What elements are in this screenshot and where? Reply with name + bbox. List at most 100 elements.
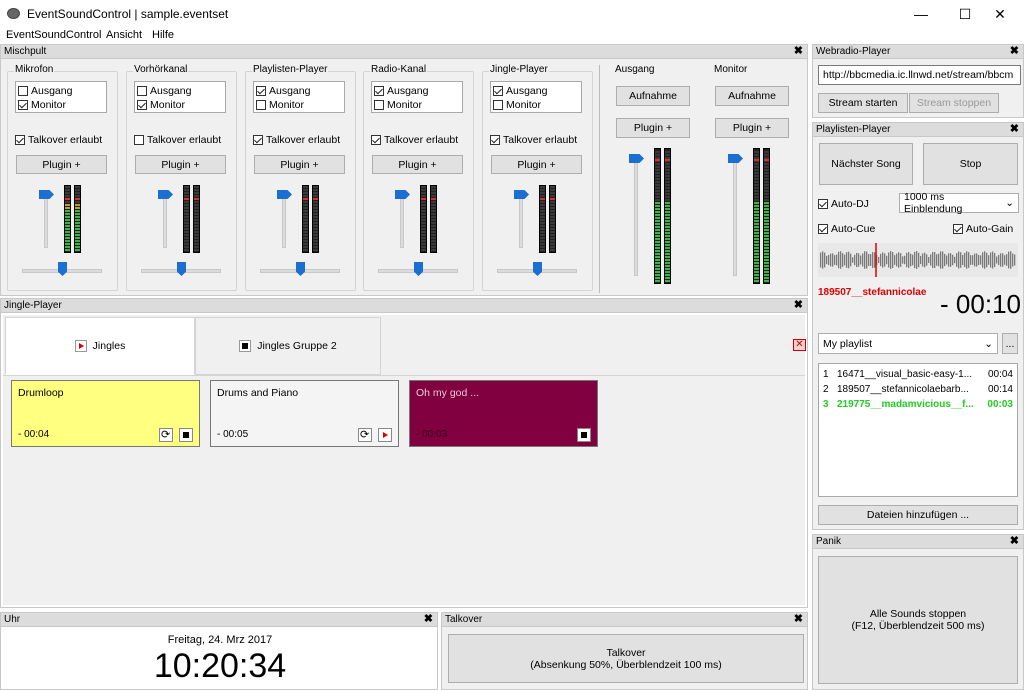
pan-slider-thumb[interactable] <box>533 262 542 276</box>
level-meter-left <box>64 185 71 253</box>
volume-slider-thumb[interactable] <box>158 190 173 199</box>
volume-slider-thumb[interactable] <box>629 154 644 163</box>
auto-gain-checkbox[interactable]: Auto-Gain <box>953 222 1013 235</box>
channel-3: Radio-Kanal Ausgang Monitor Talkover erl… <box>363 64 474 291</box>
talkover-button[interactable]: Talkover (Absenkung 50%, Überblendzeit 1… <box>448 634 804 683</box>
close-icon[interactable]: ✖ <box>794 613 803 626</box>
volume-slider-thumb[interactable] <box>39 190 54 199</box>
track-duration: 00:03 <box>987 399 1013 410</box>
list-item[interactable]: 2 189507__stefannicolaebarb... 00:14 <box>823 382 1013 397</box>
volume-slider-thumb[interactable] <box>728 154 743 163</box>
volume-slider-thumb[interactable] <box>514 190 529 199</box>
volume-slider-thumb[interactable] <box>277 190 292 199</box>
stop-icon[interactable] <box>179 428 193 442</box>
list-item[interactable]: 1 16471__visual_basic-easy-1... 00:04 <box>823 367 1013 382</box>
jingle-card[interactable]: Drums and Piano - 00:05 ⟳ <box>210 380 399 447</box>
level-meter-left <box>654 148 661 284</box>
plugin-button[interactable]: Plugin + <box>491 155 582 174</box>
plugin-button[interactable]: Plugin + <box>372 155 463 174</box>
pan-slider-thumb[interactable] <box>296 262 305 276</box>
next-song-button[interactable]: Nächster Song <box>819 143 913 185</box>
monitor-checkbox[interactable]: Monitor <box>137 98 185 111</box>
stream-start-button[interactable]: Stream starten <box>818 93 908 113</box>
volume-slider-track[interactable] <box>733 156 737 276</box>
remove-tab-icon[interactable]: ✕ <box>793 339 806 351</box>
jingle-title: Drums and Piano <box>217 387 299 399</box>
pan-slider-thumb[interactable] <box>58 262 67 276</box>
talkover-checkbox[interactable]: Talkover erlaubt <box>253 133 340 146</box>
checkbox-icon <box>137 99 147 110</box>
level-meter-right <box>312 185 319 253</box>
stream-url-input[interactable]: http://bbcmedia.ic.llnwd.net/stream/bbcm <box>818 65 1021 85</box>
output-checkbox[interactable]: Ausgang <box>137 84 191 97</box>
webradio-header: Webradio-Player ✖ <box>813 45 1023 59</box>
close-button[interactable]: ✕ <box>983 0 1017 28</box>
minimize-button[interactable]: — <box>904 0 938 28</box>
record-button[interactable]: Aufnahme <box>616 86 690 106</box>
talkover-checkbox[interactable]: Talkover erlaubt <box>15 133 102 146</box>
plugin-button[interactable]: Plugin + <box>16 155 107 174</box>
add-files-button[interactable]: Dateien hinzufügen ... <box>818 505 1018 525</box>
loop-icon[interactable]: ⟳ <box>358 428 372 442</box>
stream-stop-button[interactable]: Stream stoppen <box>909 93 999 113</box>
playlist-select[interactable]: My playlist ⌄ <box>818 333 998 354</box>
tab-jingles[interactable]: Jingles <box>5 317 195 375</box>
output-checkbox[interactable]: Ausgang <box>374 84 428 97</box>
close-icon[interactable]: ✖ <box>1010 45 1019 58</box>
playlist-player-panel: Playlisten-Player ✖ Nächster Song Stop A… <box>812 122 1024 530</box>
waveform[interactable] <box>818 243 1018 277</box>
auto-dj-checkbox[interactable]: Auto-DJ <box>818 197 869 210</box>
jingle-card[interactable]: Drumloop - 00:04 ⟳ <box>11 380 200 447</box>
volume-slider-track[interactable] <box>634 156 638 276</box>
loop-icon[interactable]: ⟳ <box>159 428 173 442</box>
tab-jingles-gruppe-2[interactable]: Jingles Gruppe 2 <box>195 317 381 375</box>
checkbox-icon <box>256 99 266 110</box>
monitor-checkbox[interactable]: Monitor <box>374 98 422 111</box>
talkover-label: Talkover <box>606 646 646 659</box>
fade-value: 1000 ms Einblendung <box>904 191 963 215</box>
mixer-header: Mischpult ✖ <box>1 45 807 59</box>
list-item[interactable]: 3 219775__madamvicious__f... 00:03 <box>823 397 1013 412</box>
stop-button[interactable]: Stop <box>923 143 1018 185</box>
record-button[interactable]: Aufnahme <box>715 86 789 106</box>
volume-slider-thumb[interactable] <box>395 190 410 199</box>
plugin-button[interactable]: Plugin + <box>715 118 789 138</box>
jingle-time: - 00:03 <box>416 429 448 440</box>
output-checkbox[interactable]: Ausgang <box>493 84 547 97</box>
monitor-checkbox[interactable]: Monitor <box>18 98 66 111</box>
playlist-more-button[interactable]: ... <box>1002 333 1018 354</box>
stop-icon[interactable] <box>577 428 591 442</box>
monitor-checkbox[interactable]: Monitor <box>256 98 304 111</box>
maximize-button[interactable]: ☐ <box>948 0 982 28</box>
fade-select[interactable]: 1000 ms Einblendung ⌄ <box>899 191 1019 215</box>
clock-panel: Uhr ✖ Freitag, 24. Mrz 2017 10:20:34 <box>0 612 438 690</box>
talkover-checkbox[interactable]: Talkover erlaubt <box>490 133 577 146</box>
close-icon[interactable]: ✖ <box>794 45 803 58</box>
plugin-button[interactable]: Plugin + <box>616 118 690 138</box>
output-checkbox[interactable]: Ausgang <box>256 84 310 97</box>
talkover-checkbox[interactable]: Talkover erlaubt <box>371 133 458 146</box>
close-icon[interactable]: ✖ <box>1010 535 1019 548</box>
auto-cue-checkbox[interactable]: Auto-Cue <box>818 222 875 235</box>
checkbox-label: Monitor <box>31 98 67 111</box>
menu-ansicht[interactable]: Ansicht <box>106 29 142 41</box>
plugin-button[interactable]: Plugin + <box>135 155 226 174</box>
stop-all-sounds-button[interactable]: Alle Sounds stoppen (F12, Überblendzeit … <box>818 556 1018 684</box>
jingle-card[interactable]: Oh my god ... - 00:03 <box>409 380 598 447</box>
talkover-checkbox[interactable]: Talkover erlaubt <box>134 133 221 146</box>
pan-slider-thumb[interactable] <box>177 262 186 276</box>
menu-hilfe[interactable]: Hilfe <box>152 29 174 41</box>
checkbox-icon <box>18 99 28 110</box>
pan-slider-thumb[interactable] <box>414 262 423 276</box>
plugin-button[interactable]: Plugin + <box>254 155 345 174</box>
menu-eventsoundcontrol[interactable]: EventSoundControl <box>6 29 101 41</box>
output-checkbox[interactable]: Ausgang <box>18 84 72 97</box>
playlist-list[interactable]: 1 16471__visual_basic-easy-1... 00:04 2 … <box>818 363 1018 497</box>
checkbox-icon <box>953 223 963 234</box>
level-meter-right <box>549 185 556 253</box>
close-icon[interactable]: ✖ <box>1010 123 1019 136</box>
close-icon[interactable]: ✖ <box>424 613 433 626</box>
play-icon[interactable] <box>378 428 392 442</box>
monitor-checkbox[interactable]: Monitor <box>493 98 541 111</box>
close-icon[interactable]: ✖ <box>794 299 803 312</box>
